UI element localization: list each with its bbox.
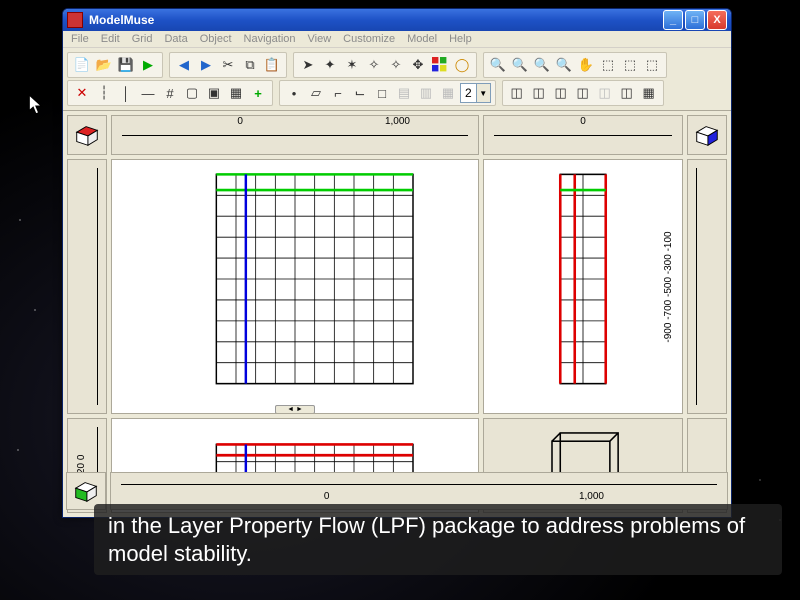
menu-view[interactable]: View: [308, 33, 332, 45]
view-slider[interactable]: ◄ ►: [275, 405, 315, 414]
add-icon[interactable]: +: [248, 83, 268, 103]
ruler-top-side: 0: [483, 115, 683, 155]
cube2-icon[interactable]: ◫: [551, 83, 571, 103]
app-icon: [67, 12, 83, 28]
ruler-right-side: -900 -700 -500 -300 -100: [687, 159, 727, 414]
zoomtool3-icon[interactable]: ⬚: [642, 55, 662, 75]
menu-grid[interactable]: Grid: [132, 33, 153, 45]
zoom-out-icon[interactable]: 🔍: [510, 55, 530, 75]
spinner-down-icon[interactable]: ▼: [476, 84, 490, 102]
window-title: ModelMuse: [89, 13, 663, 27]
cube1-icon[interactable]: ◫: [529, 83, 549, 103]
side-grid: [490, 166, 676, 407]
menu-navigation[interactable]: Navigation: [244, 33, 296, 45]
rect0-icon[interactable]: ▢: [182, 83, 202, 103]
selecttool2-icon[interactable]: ✧: [386, 55, 406, 75]
hline-icon[interactable]: —: [138, 83, 158, 103]
cube0-icon[interactable]: ◫: [507, 83, 527, 103]
side-view-pane[interactable]: [483, 159, 683, 414]
minimize-button[interactable]: _: [663, 10, 683, 30]
palette-icon[interactable]: [430, 55, 450, 75]
copy-icon[interactable]: ⧉: [240, 55, 260, 75]
menu-file[interactable]: File: [71, 33, 89, 45]
sep-icon[interactable]: │: [116, 83, 136, 103]
grid2-icon[interactable]: ▦: [226, 83, 246, 103]
zoom-rect-icon[interactable]: 🔍: [554, 55, 574, 75]
grid-icon[interactable]: #: [160, 83, 180, 103]
delete-grid-icon[interactable]: ✕: [72, 83, 92, 103]
cube5-icon[interactable]: ◫: [617, 83, 637, 103]
titlebar[interactable]: ModelMuse _ □ X: [63, 9, 731, 31]
point-icon[interactable]: •: [284, 83, 304, 103]
run-icon[interactable]: ▶: [138, 55, 158, 75]
layer-spinner[interactable]: 2 ▼: [460, 83, 491, 103]
square-icon[interactable]: □: [372, 83, 392, 103]
side-view-indicator[interactable]: [687, 115, 727, 155]
cube6-icon[interactable]: ▦: [639, 83, 659, 103]
workspace: 0 1,000 0 -900 -700 -500 -300 -100: [63, 111, 731, 517]
hatch3-icon[interactable]: ▦: [438, 83, 458, 103]
menu-customize[interactable]: Customize: [343, 33, 395, 45]
hatch1-icon[interactable]: ▤: [394, 83, 414, 103]
openbox-icon[interactable]: ▱: [306, 83, 326, 103]
zoomtool1-icon[interactable]: ⬚: [598, 55, 618, 75]
ruler-left-main: -900 -700 -500 -300 -100: [67, 159, 107, 414]
menu-help[interactable]: Help: [449, 33, 472, 45]
pointer-icon[interactable]: ➤: [298, 55, 318, 75]
new-icon[interactable]: 📄: [72, 55, 92, 75]
save-icon[interactable]: 💾: [116, 55, 136, 75]
ruler-top-main: 0 1,000: [111, 115, 479, 155]
cut-icon[interactable]: ✂: [218, 55, 238, 75]
zoom-fit-icon[interactable]: 🔍: [532, 55, 552, 75]
menu-edit[interactable]: Edit: [101, 33, 120, 45]
vline-icon[interactable]: ┆: [94, 83, 114, 103]
menu-model[interactable]: Model: [407, 33, 437, 45]
layer-value: 2: [461, 86, 476, 100]
cube4-icon[interactable]: ◫: [595, 83, 615, 103]
rect1-icon[interactable]: ▣: [204, 83, 224, 103]
close-button[interactable]: X: [707, 10, 727, 30]
menubar: File Edit Grid Data Object Navigation Vi…: [63, 31, 731, 48]
pan-icon[interactable]: ✋: [576, 55, 596, 75]
open-icon[interactable]: 📂: [94, 55, 114, 75]
menu-object[interactable]: Object: [200, 33, 232, 45]
maximize-button[interactable]: □: [685, 10, 705, 30]
menu-data[interactable]: Data: [164, 33, 187, 45]
mouse-cursor: [28, 94, 46, 116]
redo-icon[interactable]: ▶: [196, 55, 216, 75]
undo-icon[interactable]: ◀: [174, 55, 194, 75]
selecttool-icon[interactable]: ✧: [364, 55, 384, 75]
subtitle-caption: in the Layer Property Flow (LPF) package…: [94, 504, 782, 575]
hatch2-icon[interactable]: ▥: [416, 83, 436, 103]
zoomtool2-icon[interactable]: ⬚: [620, 55, 640, 75]
poly-icon[interactable]: ✶: [342, 55, 362, 75]
top-view-indicator[interactable]: [67, 115, 107, 155]
app-window: ModelMuse _ □ X File Edit Grid Data Obje…: [62, 8, 732, 518]
move-icon[interactable]: ✥: [408, 55, 428, 75]
step-icon[interactable]: ⌐: [328, 83, 348, 103]
stair-icon[interactable]: ⌙: [350, 83, 370, 103]
top-grid: [118, 166, 472, 407]
cube3-icon[interactable]: ◫: [573, 83, 593, 103]
toolbars: 📄 📂 💾 ▶ ◀ ▶ ✂ ⧉ 📋 ➤ ✦ ✶ ✧ ✧ ✥ ◯: [63, 48, 731, 111]
zoom-in-icon[interactable]: 🔍: [488, 55, 508, 75]
paste-icon[interactable]: 📋: [262, 55, 282, 75]
lasso-icon[interactable]: ✦: [320, 55, 340, 75]
circle-icon[interactable]: ◯: [452, 55, 472, 75]
top-view-pane[interactable]: ◄ ►: [111, 159, 479, 414]
